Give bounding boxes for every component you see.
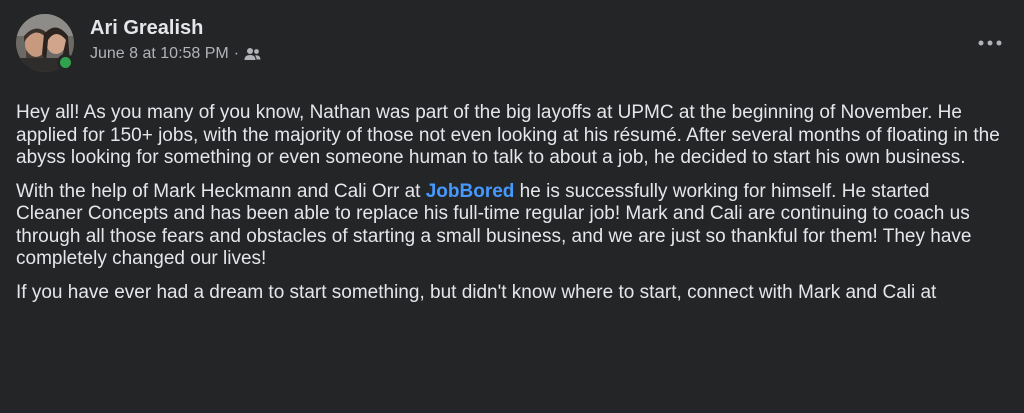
post-body: Hey all! As you many of you know, Nathan…	[16, 102, 1001, 304]
post-meta: Ari Grealish June 8 at 10:58 PM ·	[90, 15, 261, 64]
online-status-indicator	[57, 54, 74, 71]
avatar[interactable]	[16, 14, 74, 72]
post-paragraph-3: If you have ever had a dream to start so…	[16, 281, 937, 303]
post-paragraph-1: Hey all! As you many of you know, Nathan…	[16, 102, 1000, 168]
post-subline: June 8 at 10:58 PM ·	[90, 44, 261, 64]
paragraph-text: With the help of Mark Heckmann and Cali …	[16, 180, 426, 202]
author-name[interactable]: Ari Grealish	[90, 15, 261, 41]
post-timestamp[interactable]: June 8 at 10:58 PM	[90, 44, 229, 64]
post-paragraph-2: With the help of Mark Heckmann and Cali …	[16, 181, 1001, 271]
more-options-button[interactable]	[976, 28, 1004, 56]
separator: ·	[233, 45, 240, 62]
more-horizontal-icon	[978, 33, 1002, 51]
jobbored-link[interactable]: JobBored	[426, 181, 515, 202]
post-header: Ari Grealish June 8 at 10:58 PM ·	[16, 12, 1008, 80]
post-card: Ari Grealish June 8 at 10:58 PM · Hey al…	[0, 0, 1024, 413]
friends-icon[interactable]	[244, 47, 261, 61]
